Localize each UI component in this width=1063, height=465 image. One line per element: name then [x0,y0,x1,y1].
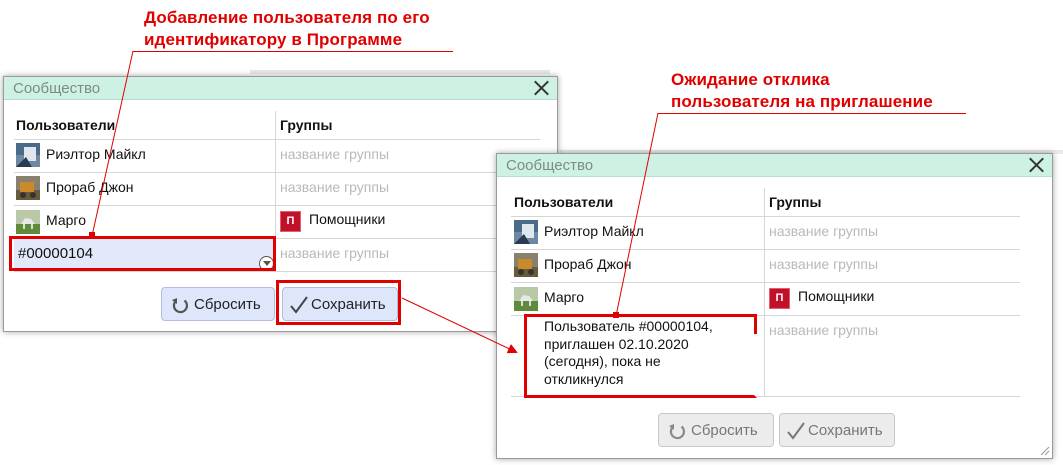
annotation-connectors [89,50,659,354]
